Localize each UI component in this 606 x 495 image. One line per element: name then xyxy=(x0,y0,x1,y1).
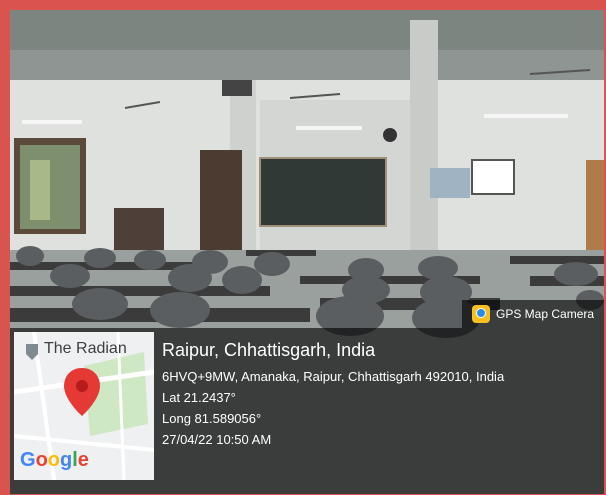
badge-label: GPS Map Camera xyxy=(496,307,595,321)
timestamp-line: 27/04/22 10:50 AM xyxy=(162,432,272,447)
location-info: Raipur, Chhattisgarh, India 6HVQ+9MW, Am… xyxy=(162,340,504,453)
gps-camera-badge: GPS Map Camera xyxy=(462,300,604,328)
gps-map-camera-icon xyxy=(472,305,490,323)
longitude-line: Long 81.589056° xyxy=(162,411,262,426)
google-logo: Google xyxy=(20,449,89,471)
latitude-line: Lat 21.2437° xyxy=(162,390,236,405)
address-line: 6HVQ+9MW, Amanaka, Raipur, Chhattisgarh … xyxy=(162,369,505,384)
location-title: Raipur, Chhattisgarh, India xyxy=(162,340,376,360)
map-thumbnail[interactable]: The Radian Google xyxy=(14,332,154,480)
classroom-photo: GPS Map Camera The Radian Google Raipur,… xyxy=(10,10,604,494)
map-place-label: The Radian xyxy=(44,340,127,357)
